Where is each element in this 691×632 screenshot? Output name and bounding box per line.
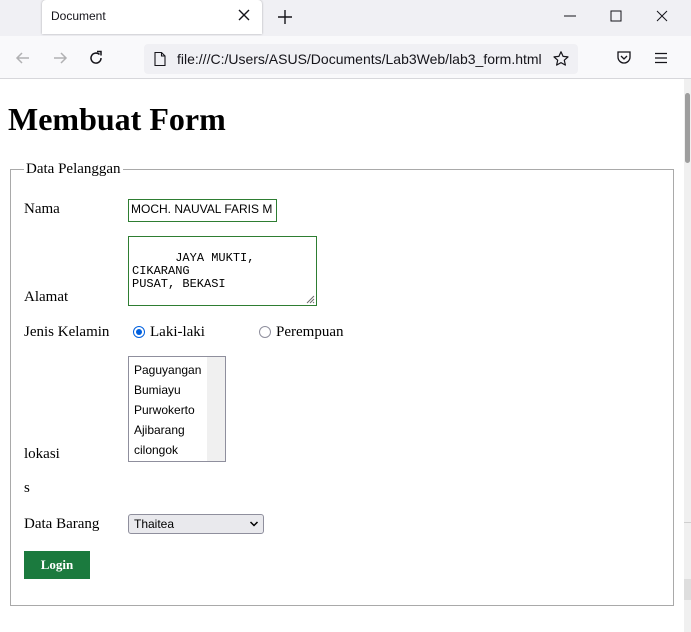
barang-select[interactable]: Thaitea [128,514,264,534]
reload-icon[interactable] [87,49,105,67]
page-content: Membuat Form Data Pelanggan Nama MOCH. N… [0,79,684,632]
scrollbar-thumb[interactable] [685,93,690,163]
minimize-icon[interactable] [562,8,578,24]
nama-label: Nama [24,201,60,217]
radio-laki-laki-label[interactable]: Laki-laki [150,324,205,341]
window-close-icon[interactable] [654,8,670,24]
alamat-label: Alamat [24,289,69,305]
alamat-value: JAYA MUKTI, CIKARANG PUSAT, BEKASI [132,251,255,291]
alamat-textarea[interactable]: JAYA MUKTI, CIKARANG PUSAT, BEKASI [128,236,317,306]
close-icon[interactable] [234,5,254,25]
tab-title: Document [51,9,106,23]
list-option[interactable]: Purwokerto [134,403,195,417]
pocket-icon[interactable] [615,49,633,67]
url-bar[interactable]: file:///C:/Users/ASUS/Documents/Lab3Web/… [144,44,578,74]
resize-handle-icon[interactable] [305,294,315,304]
back-icon[interactable] [14,49,32,67]
login-button[interactable]: Login [24,551,90,579]
scrollbar-track-segment [684,579,691,600]
browser-tab[interactable]: Document [42,0,262,34]
radio-perempuan[interactable] [259,326,271,338]
menu-icon[interactable] [652,49,670,67]
radio-perempuan-label[interactable]: Perempuan [276,324,343,341]
tab-strip: Document [0,0,691,36]
list-option[interactable]: Bumiayu [134,383,181,397]
gender-label: Jenis Kelamin [24,324,110,340]
star-icon[interactable] [552,50,570,68]
maximize-icon[interactable] [608,8,624,24]
chevron-down-icon [249,521,259,527]
fieldset-legend: Data Pelanggan [24,161,123,178]
file-icon [154,51,166,67]
page-scrollbar[interactable] [684,79,691,632]
list-option[interactable]: Paguyangan [134,363,201,377]
plus-icon[interactable] [275,7,295,27]
url-text: file:///C:/Users/ASUS/Documents/Lab3Web/… [177,51,542,67]
customer-fieldset: Data Pelanggan Nama MOCH. NAUVAL FARIS M… [10,161,674,606]
list-option[interactable]: Ajibarang [134,423,185,437]
barang-label: Data Barang [24,516,100,532]
page-title: Membuat Form [8,101,226,137]
lokasi-label: lokasi [24,446,60,462]
scrollbar-divider [684,522,691,523]
listbox-scrollbar[interactable] [207,357,225,461]
barang-selected-value: Thaitea [134,517,175,531]
lokasi-listbox[interactable]: Paguyangan Bumiayu Purwokerto Ajibarang … [128,356,226,462]
list-option[interactable]: cilongok [134,443,178,457]
nama-input[interactable]: MOCH. NAUVAL FARIS M [128,199,277,222]
radio-laki-laki[interactable] [133,326,145,338]
forward-icon[interactable] [51,49,69,67]
stray-text: s [24,480,30,496]
